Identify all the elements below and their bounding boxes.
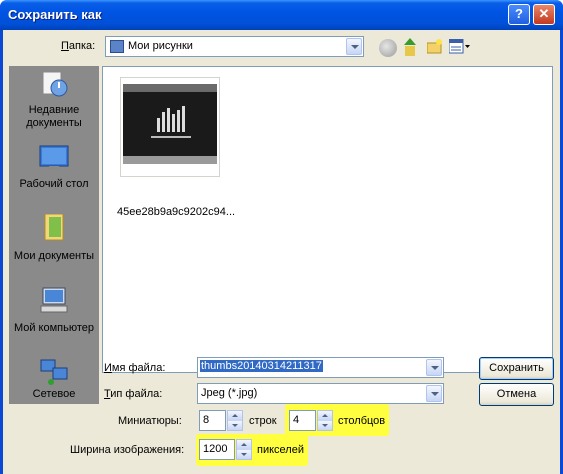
file-list[interactable]: 45ee28b9a9c9202c94...	[102, 66, 553, 373]
place-label-my-documents: Мои документы	[13, 250, 95, 262]
spin-up-icon[interactable]	[228, 411, 242, 420]
width-stepper[interactable]	[236, 439, 252, 460]
spin-up-icon[interactable]	[237, 440, 251, 449]
image-width-label: Ширина изображения:	[70, 444, 185, 456]
save-button[interactable]: Сохранить	[479, 357, 554, 380]
columns-label: столбцов	[338, 415, 386, 427]
rows-label: строк	[249, 415, 277, 427]
place-my-computer[interactable]: Мой компьютер	[9, 280, 99, 350]
width-unit-label: пикселей	[257, 444, 304, 456]
spin-down-icon[interactable]	[318, 421, 332, 430]
filetype-label: Тип файла:	[104, 388, 163, 400]
spin-down-icon[interactable]	[237, 450, 251, 459]
filetype-combobox[interactable]: Jpeg (*.jpg)	[197, 383, 444, 404]
place-my-documents[interactable]: Мои документы	[9, 206, 99, 274]
spin-up-icon[interactable]	[318, 411, 332, 420]
my-computer-icon	[39, 286, 69, 314]
cancel-button[interactable]: Отмена	[479, 383, 554, 406]
dialog-title: Сохранить как	[8, 7, 102, 22]
filetype-value: Jpeg (*.jpg)	[201, 387, 258, 399]
place-label-my-computer: Мой компьютер	[13, 322, 95, 334]
columns-input[interactable]: 4	[289, 410, 316, 431]
place-label-network: Сетевое	[32, 388, 76, 400]
desktop-icon	[39, 144, 69, 172]
my-documents-icon	[39, 213, 69, 242]
folder-combobox[interactable]: Мои рисунки	[105, 36, 364, 57]
chevron-down-icon[interactable]	[346, 38, 362, 55]
up-folder-icon[interactable]	[403, 38, 417, 56]
filename-label: Имя файла:	[104, 362, 166, 374]
view-menu-icon[interactable]	[448, 38, 471, 55]
file-name: 45ee28b9a9c9202c94...	[117, 206, 236, 218]
columns-value: 4	[293, 414, 300, 426]
folder-label: Папка:	[61, 40, 96, 52]
place-label-recent-1: Недавние	[28, 104, 80, 116]
place-desktop[interactable]: Рабочий стол	[9, 138, 99, 198]
place-label-desktop: Рабочий стол	[19, 178, 89, 190]
chevron-down-icon[interactable]	[426, 385, 442, 402]
filename-combobox[interactable]: thumbs20140314211317	[197, 357, 444, 378]
rows-input[interactable]: 8	[199, 410, 226, 431]
new-folder-icon[interactable]	[426, 38, 443, 54]
spin-down-icon[interactable]	[228, 421, 242, 430]
rows-value: 8	[203, 414, 210, 426]
rows-stepper[interactable]	[227, 410, 243, 431]
filename-input[interactable]: thumbs20140314211317	[200, 360, 323, 372]
save-as-dialog: Сохранить как ? ✕ Папка: Мои рисунки Нед…	[0, 0, 563, 474]
help-button[interactable]: ?	[508, 4, 530, 25]
columns-stepper[interactable]	[317, 410, 333, 431]
thumbnails-label: Миниатюры:	[118, 415, 182, 427]
place-label-recent-2: документы	[26, 117, 82, 129]
width-input[interactable]: 1200	[199, 439, 235, 460]
place-recent-documents[interactable]: Недавние документы	[9, 66, 99, 130]
list-item[interactable]: 45ee28b9a9c9202c94...	[103, 67, 243, 218]
folder-value: Мои рисунки	[128, 40, 193, 52]
dialog-body: Папка: Мои рисунки Недавние документы Ра…	[3, 30, 560, 474]
close-button[interactable]: ✕	[533, 4, 555, 25]
chevron-down-icon[interactable]	[426, 359, 442, 376]
recent-documents-icon	[39, 70, 69, 98]
file-thumbnail	[120, 77, 220, 177]
place-network[interactable]: Сетевое	[9, 354, 99, 404]
places-bar: Недавние документы Рабочий стол Мои доку…	[9, 66, 99, 404]
my-pictures-icon	[110, 40, 124, 53]
network-icon	[39, 358, 69, 386]
width-value: 1200	[203, 443, 228, 455]
back-icon[interactable]	[379, 39, 397, 57]
title-bar[interactable]: Сохранить как ? ✕	[0, 0, 563, 30]
